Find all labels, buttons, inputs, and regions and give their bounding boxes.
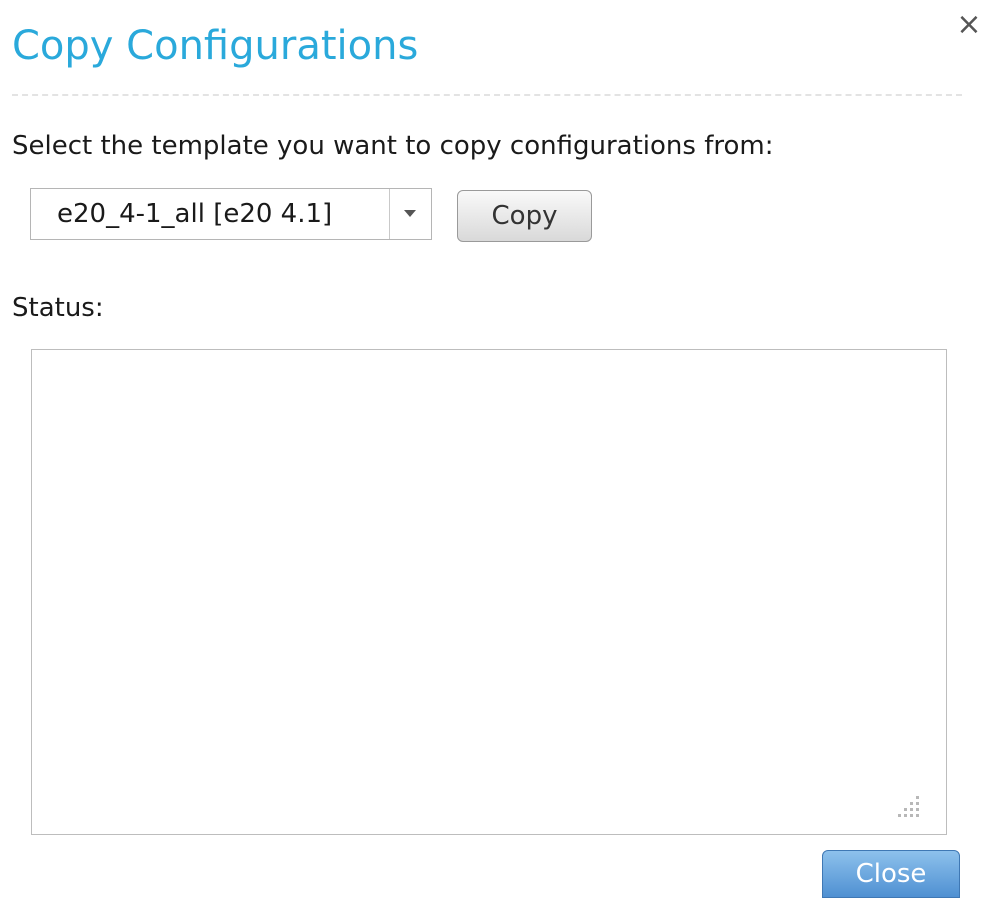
template-select-value: e20_4-1_all [e20 4.1]	[57, 199, 333, 229]
chevron-down-icon[interactable]	[390, 189, 431, 239]
template-select[interactable]: e20_4-1_all [e20 4.1]	[30, 188, 432, 240]
close-button[interactable]: Close	[822, 850, 960, 898]
template-select-prompt: Select the template you want to copy con…	[12, 131, 774, 161]
title-divider	[12, 94, 962, 96]
copy-configurations-dialog: × Copy Configurations Select the templat…	[0, 0, 993, 898]
status-label: Status:	[12, 293, 104, 323]
resize-grip-icon[interactable]	[896, 792, 924, 820]
close-icon[interactable]: ×	[954, 10, 984, 40]
copy-button[interactable]: Copy	[457, 190, 592, 242]
dialog-title: Copy Configurations	[12, 23, 419, 69]
status-textarea[interactable]	[31, 349, 947, 835]
